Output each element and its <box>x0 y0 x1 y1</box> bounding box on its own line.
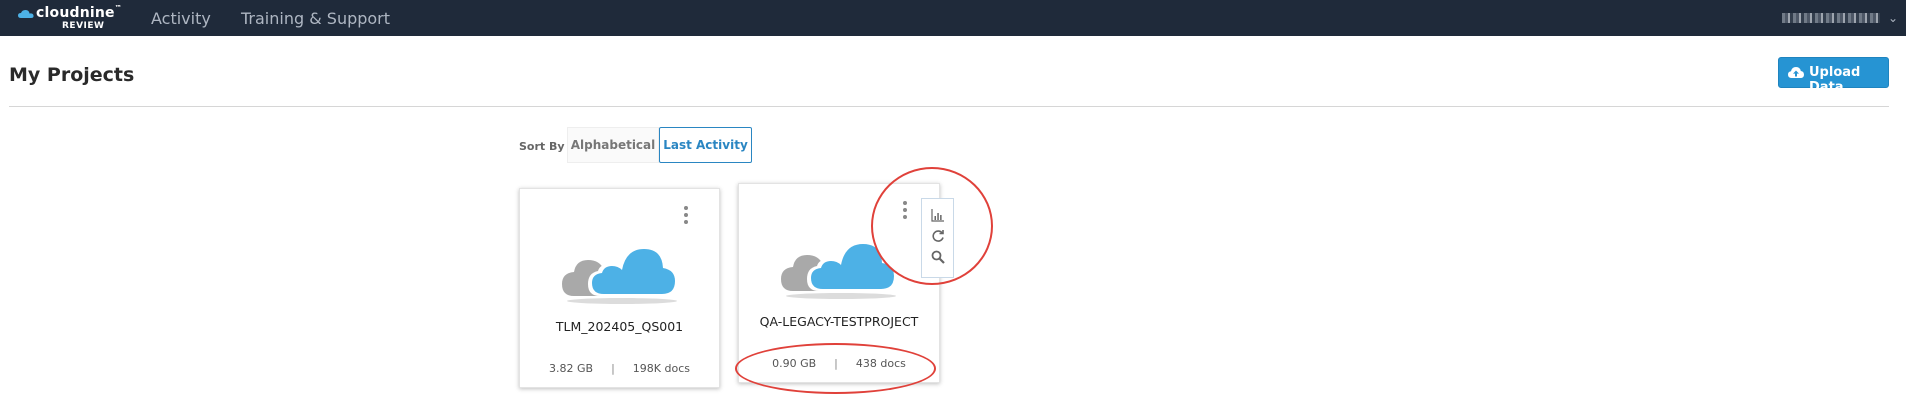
user-menu[interactable]: ⌄ <box>1768 8 1898 28</box>
stats-separator: | <box>834 357 838 370</box>
cloudnine-review-logo[interactable]: cloudnine™ REVIEW <box>14 3 122 33</box>
upload-data-label: Upload Data <box>1809 65 1861 95</box>
logo-text: cloudnine™ <box>36 4 122 21</box>
project-card[interactable]: TLM_202405_QS001 3.82 GB | 198K docs <box>519 188 720 388</box>
page-title: My Projects <box>9 64 135 86</box>
bar-chart-icon[interactable] <box>931 208 945 222</box>
more-options-icon[interactable] <box>684 206 688 227</box>
cloud-upload-icon <box>1788 67 1804 78</box>
logo-subtext: REVIEW <box>62 21 105 31</box>
project-stats: 3.82 GB | 198K docs <box>520 362 719 375</box>
user-name-redacted <box>1782 13 1880 23</box>
nav-training-support[interactable]: Training & Support <box>241 9 390 28</box>
search-icon[interactable] <box>931 250 945 264</box>
project-cloud-icon <box>781 241 897 299</box>
project-size: 3.82 GB <box>549 362 594 375</box>
project-cloud-icon <box>562 246 678 304</box>
header-divider <box>9 106 1889 107</box>
project-doc-count: 198K docs <box>632 362 690 375</box>
project-name[interactable]: TLM_202405_QS001 <box>520 319 719 334</box>
chevron-down-icon: ⌄ <box>1887 11 1898 25</box>
project-name[interactable]: QA-LEGACY-TESTPROJECT <box>739 314 939 329</box>
cloud-logo-icon <box>18 10 34 18</box>
project-doc-count: 438 docs <box>855 357 906 370</box>
nav-activity[interactable]: Activity <box>151 9 211 28</box>
sort-alphabetical-button[interactable]: Alphabetical <box>567 127 659 163</box>
project-stats: 0.90 GB | 438 docs <box>739 357 939 370</box>
stats-separator: | <box>611 362 615 375</box>
more-options-icon[interactable] <box>903 201 907 222</box>
sort-last-activity-button[interactable]: Last Activity <box>659 127 752 163</box>
top-navbar: cloudnine™ REVIEW Activity Training & Su… <box>0 0 1906 36</box>
refresh-icon[interactable] <box>931 229 945 243</box>
project-size: 0.90 GB <box>772 357 817 370</box>
upload-data-button[interactable]: Upload Data <box>1778 57 1889 95</box>
sort-by-label: Sort By - <box>519 140 573 153</box>
project-card[interactable]: QA-LEGACY-TESTPROJECT 0.90 GB | 438 docs <box>738 183 940 383</box>
project-action-menu <box>921 198 954 278</box>
